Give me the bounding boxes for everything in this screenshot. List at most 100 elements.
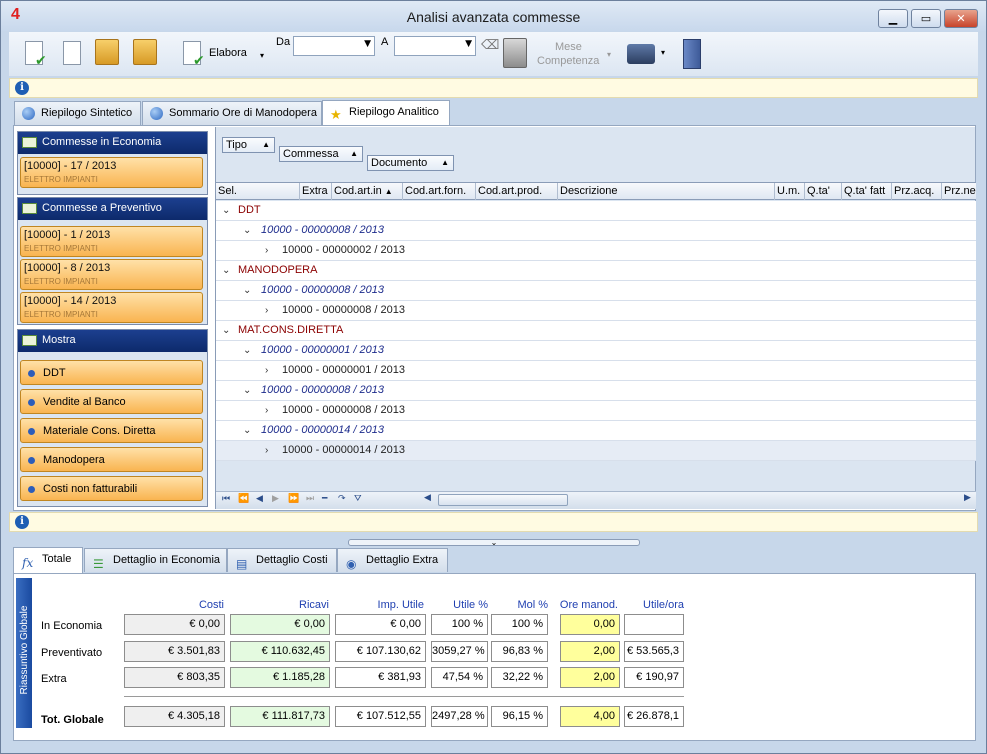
prev-page-icon[interactable]: ⏪ [238,494,249,504]
next-record-icon[interactable]: ▶ [272,494,279,504]
eraser-icon[interactable]: ⌫ [481,38,499,53]
collapse-icon[interactable]: ⌄ [243,341,251,360]
economia-header[interactable]: Commesse in Economia [18,132,207,154]
maximize-button[interactable]: ▭ [911,9,941,28]
cell-tot-utile-perc: 2497,28 % [431,706,488,727]
preventivo-header[interactable]: Commesse a Preventivo [18,198,207,220]
expand-icon[interactable]: › [265,301,268,320]
panel-splitter[interactable]: ⌄ [348,539,640,547]
calculator-button[interactable] [503,38,527,68]
group-row[interactable]: ⌄ 10000 - 00000008 / 2013 [216,281,976,301]
mostra-costi-non-fatt[interactable]: Costi non fatturabili [20,476,203,501]
first-page-icon[interactable]: ⏮ [222,494,230,504]
collapse-icon[interactable]: ⌄ [243,221,251,240]
delete-record-icon[interactable]: ━ [322,494,327,504]
expand-icon[interactable]: › [265,241,268,260]
group-documento[interactable]: Documento ▲ [367,155,454,171]
open-folder-button[interactable] [95,39,119,65]
group-row[interactable]: ⌄ MANODOPERA [216,261,976,281]
collapse-icon[interactable]: ⌄ [243,421,251,440]
tab-totale[interactable]: fx Totale [13,547,83,573]
col-prz-ne[interactable]: Prz.ne [941,183,976,200]
row-text: DDT [238,204,261,216]
group-commessa[interactable]: Commessa ▲ [279,146,363,162]
scroll-right-icon[interactable]: ▶ [964,493,971,503]
commessa-client: ELETTRO IMPIANTI [24,244,98,253]
row-text: 10000 - 00000001 / 2013 [261,344,384,356]
col-um[interactable]: U.m. [774,183,804,200]
scrollbar-thumb[interactable] [438,494,568,506]
tab-dettaglio-economia[interactable]: ☰ Dettaglio in Economia [84,548,227,572]
group-row[interactable]: ⌄ 10000 - 00000008 / 2013 [216,221,976,241]
expand-icon[interactable]: › [265,361,268,380]
col-cod-art-prod[interactable]: Cod.art.prod. [475,183,557,200]
commessa-item[interactable]: [10000] - 8 / 2013 ELETTRO IMPIANTI [20,259,203,290]
collapse-icon[interactable]: ⌄ [222,321,230,340]
mostra-manodopera[interactable]: Manodopera [20,447,203,472]
folder-button[interactable] [133,39,157,65]
tab-riepilogo-analitico[interactable]: ★ Riepilogo Analitico [322,100,450,126]
da-date-combo[interactable]: ▼ [293,36,375,56]
new-document-button[interactable]: ✔ [25,41,47,69]
refresh-icon[interactable]: ↷ [338,494,346,504]
col-qta[interactable]: Q.ta' [804,183,841,200]
print-button[interactable] [627,44,655,64]
mostra-materiale[interactable]: Materiale Cons. Diretta [20,418,203,443]
tab-dettaglio-extra[interactable]: ◉ Dettaglio Extra [337,548,448,572]
blank-document-button[interactable] [63,41,81,65]
close-button[interactable]: ✕ [944,9,978,28]
sort-asc-icon: ▲ [350,149,358,158]
group-row-selected[interactable]: › 10000 - 00000014 / 2013 [216,441,976,461]
tab-dettaglio-costi[interactable]: ▤ Dettaglio Costi [227,548,337,572]
commessa-item[interactable]: [10000] - 1 / 2013 ELETTRO IMPIANTI [20,226,203,257]
mostra-vendite-banco[interactable]: Vendite al Banco [20,389,203,414]
commessa-item[interactable]: [10000] - 17 / 2013 ELETTRO IMPIANTI [20,157,203,188]
col-extra[interactable]: Extra [299,183,331,200]
expand-icon[interactable]: › [265,441,268,460]
group-row[interactable]: › 10000 - 00000001 / 2013 [216,361,976,381]
exit-button[interactable] [683,39,701,69]
expand-icon[interactable]: › [265,401,268,420]
col-cod-art-in[interactable]: Cod.art.in ▲ [331,183,402,200]
collapse-icon[interactable]: ⌄ [243,381,251,400]
mese-competenza-button[interactable]: Mese Competenza ▾ [536,40,614,70]
a-date-combo[interactable]: ▼ [394,36,476,56]
group-label: Commessa [283,148,339,160]
scroll-left-icon[interactable]: ◀ [424,493,431,503]
mostra-header[interactable]: Mostra [18,330,207,352]
commessa-item[interactable]: [10000] - 14 / 2013 ELETTRO IMPIANTI [20,292,203,323]
collapse-icon[interactable]: ⌄ [222,261,230,280]
tab-sommario-ore[interactable]: Sommario Ore di Manodopera [142,101,322,125]
tab-riepilogo-sintetico[interactable]: Riepilogo Sintetico [14,101,141,125]
prev-record-icon[interactable]: ◀ [256,494,263,504]
cell-tot-mol-perc: 96,15 % [491,706,548,727]
col-prz-acq[interactable]: Prz.acq. [891,183,941,200]
collapse-icon[interactable]: ⌄ [222,201,230,220]
last-page-icon[interactable]: ⏭ [306,494,314,504]
mostra-label: Costi non fatturabili [43,483,138,495]
next-page-icon[interactable]: ⏩ [288,494,299,504]
group-row[interactable]: ⌄ MAT.CONS.DIRETTA [216,321,976,341]
horizontal-scrollbar[interactable]: ◀ ▶ [424,493,974,508]
group-row[interactable]: › 10000 - 00000008 / 2013 [216,401,976,421]
collapse-icon[interactable]: ⌄ [243,281,251,300]
group-row[interactable]: ⌄ 10000 - 00000014 / 2013 [216,421,976,441]
col-descrizione[interactable]: Descrizione [557,183,774,200]
group-row[interactable]: › 10000 - 00000008 / 2013 [216,301,976,321]
group-row[interactable]: ⌄ 10000 - 00000001 / 2013 [216,341,976,361]
application-window: 4 Analisi avanzata commesse ▁ ▭ ✕ ✔ ✔ El… [0,0,987,754]
elabora-button[interactable]: ✔ Elabora ▾ [183,41,271,69]
group-row[interactable]: ⌄ 10000 - 00000008 / 2013 [216,381,976,401]
group-row[interactable]: ⌄ DDT [216,201,976,221]
filter-icon[interactable]: ⛛ [354,494,362,504]
group-row[interactable]: › 10000 - 00000002 / 2013 [216,241,976,261]
col-cod-art-forn[interactable]: Cod.art.forn. [402,183,475,200]
minimize-button[interactable]: ▁ [878,9,908,28]
mostra-ddt[interactable]: DDT [20,360,203,385]
cell-preventivato-imp-utile: € 107.130,62 [335,641,426,662]
row-label-economia: In Economia [41,620,103,632]
group-tipo[interactable]: Tipo ▲ [222,137,275,153]
chevron-down-icon[interactable]: ▾ [661,48,665,57]
col-qta-fatt[interactable]: Q.ta' fatt [841,183,891,200]
col-sel[interactable]: Sel. [216,183,299,200]
